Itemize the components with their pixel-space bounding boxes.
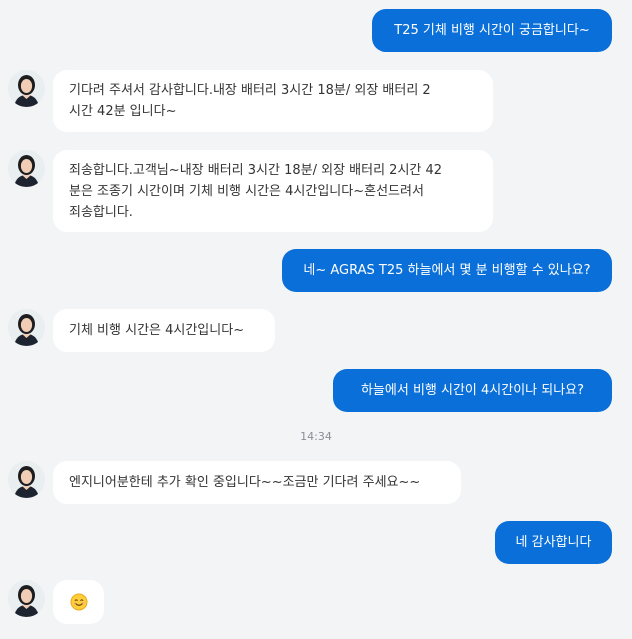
- message-text: 기다려 주셔서 감사합니다.내장 배터리 3시간 18분/ 외장 배터리 2 시…: [69, 83, 431, 119]
- smiling-face-icon: [70, 593, 87, 611]
- message-outgoing[interactable]: 하늘에서 비행 시간이 4시간이나 되나요?: [333, 369, 612, 412]
- message-text: 죄송합니다.고객님~내장 배터리 3시간 18분/ 외장 배터리 2시간 42 …: [69, 162, 443, 220]
- message-outgoing[interactable]: 네~ AGRAS T25 하늘에서 몇 분 비행할 수 있나요?: [282, 249, 612, 292]
- message-outgoing[interactable]: 네 감사합니다: [495, 521, 612, 564]
- message-text: 기체 비행 시간은 4시간입니다~: [69, 323, 245, 338]
- message-text: 하늘에서 비행 시간이 4시간이나 되나요?: [360, 382, 585, 398]
- message-text: T25 기체 비행 시간이 궁금합니다~: [394, 22, 590, 38]
- message-incoming[interactable]: 엔지니어분한테 추가 확인 중입니다~~조금만 기다려 주세요~~: [53, 461, 461, 504]
- message-text: 네~ AGRAS T25 하늘에서 몇 분 비행할 수 있나요?: [303, 262, 591, 278]
- message-incoming[interactable]: 죄송합니다.고객님~내장 배터리 3시간 18분/ 외장 배터리 2시간 42 …: [53, 150, 493, 232]
- message-incoming[interactable]: 기다려 주셔서 감사합니다.내장 배터리 3시간 18분/ 외장 배터리 2 시…: [53, 70, 493, 132]
- message-timestamp: 14:34: [300, 430, 332, 443]
- agent-avatar: [8, 461, 45, 498]
- message-incoming[interactable]: [53, 580, 104, 624]
- agent-avatar: [8, 150, 45, 187]
- agent-avatar: [8, 580, 45, 617]
- chat-thread: T25 기체 비행 시간이 궁금합니다~ 기다려 주셔서 감사합니다.내장 배터…: [0, 0, 632, 639]
- agent-avatar: [8, 309, 45, 346]
- message-text: 엔지니어분한테 추가 확인 중입니다~~조금만 기다려 주세요~~: [69, 475, 421, 490]
- message-outgoing[interactable]: T25 기체 비행 시간이 궁금합니다~: [372, 9, 612, 52]
- message-incoming[interactable]: 기체 비행 시간은 4시간입니다~: [53, 309, 275, 352]
- agent-avatar: [8, 70, 45, 107]
- message-text: 네 감사합니다: [515, 534, 592, 550]
